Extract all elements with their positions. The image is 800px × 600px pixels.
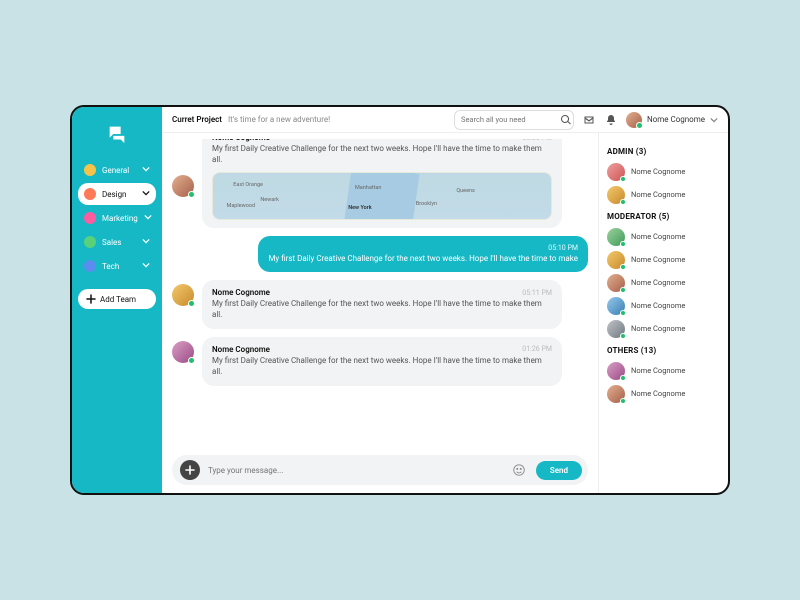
main-area: Curret Project It's time for a new adven… [162, 107, 728, 493]
member-row[interactable]: Nome Cognome [607, 382, 720, 405]
members-group-title: OTHERS (13) [607, 346, 720, 355]
member-row[interactable]: Nome Cognome [607, 225, 720, 248]
member-row[interactable]: Nome Cognome [607, 294, 720, 317]
message-author: Nome Cognome [212, 288, 270, 297]
smile-icon [512, 463, 526, 477]
add-team-button[interactable]: Add Team [78, 289, 156, 309]
project-label: Curret Project [172, 115, 222, 124]
sales-icon [84, 236, 96, 248]
chat-panel: Nome Cognome 05:30 PM My first Daily Cre… [162, 133, 598, 493]
message-time: 05:11 PM [522, 289, 552, 297]
general-icon [84, 164, 96, 176]
chevron-down-icon [142, 165, 150, 175]
member-row[interactable]: Nome Cognome [607, 160, 720, 183]
members-group-title: ADMIN (3) [607, 147, 720, 156]
search-icon [560, 113, 572, 127]
members-group-title: MODERATOR (5) [607, 212, 720, 221]
user-menu[interactable]: Nome Cognome [626, 112, 718, 128]
sidebar-item-marketing[interactable]: Marketing [78, 207, 156, 229]
member-row[interactable]: Nome Cognome [607, 271, 720, 294]
member-row[interactable]: Nome Cognome [607, 248, 720, 271]
message-time: 01:26 PM [522, 345, 552, 353]
message-out: 05:10 PM My first Daily Creative Challen… [258, 236, 588, 273]
project-tagline: It's time for a new adventure! [228, 115, 330, 124]
sidebar-item-label: General [102, 166, 129, 175]
avatar [626, 112, 642, 128]
message-author: Nome Cognome [212, 139, 270, 142]
sidebar-item-label: Tech [102, 262, 119, 271]
sidebar-item-sales[interactable]: Sales [78, 231, 156, 253]
user-name: Nome Cognome [647, 115, 705, 124]
attach-button[interactable] [180, 460, 200, 480]
message-author: Nome Cognome [212, 345, 270, 354]
sidebar-item-design[interactable]: Design [78, 183, 156, 205]
emoji-button[interactable] [510, 461, 528, 479]
message-feed: Nome Cognome 05:30 PM My first Daily Cre… [172, 139, 588, 449]
plus-icon [86, 294, 96, 304]
sidebar-item-label: Marketing [102, 214, 138, 223]
app-window: General Design Marketing Sales Tech Add … [70, 105, 730, 495]
chevron-down-icon [142, 189, 150, 199]
avatar [607, 320, 625, 338]
search-box[interactable] [454, 110, 574, 130]
bell-icon[interactable] [604, 113, 618, 127]
avatar [172, 341, 194, 363]
message-in: Nome Cognome 01:26 PM My first Daily Cre… [172, 337, 588, 386]
message-bubble: Nome Cognome 05:30 PM My first Daily Cre… [202, 139, 562, 228]
app-logo [78, 123, 156, 145]
message-bubble: Nome Cognome 01:26 PM My first Daily Cre… [202, 337, 562, 386]
chevron-down-icon [142, 261, 150, 271]
message-text: My first Daily Creative Challenge for th… [212, 299, 552, 321]
sidebar-item-tech[interactable]: Tech [78, 255, 156, 277]
avatar [607, 251, 625, 269]
marketing-icon [84, 212, 96, 224]
avatar [607, 385, 625, 403]
message-bubble: Nome Cognome 05:11 PM My first Daily Cre… [202, 280, 562, 329]
message-text: My first Daily Creative Challenge for th… [268, 254, 578, 265]
member-row[interactable]: Nome Cognome [607, 317, 720, 340]
chevron-down-icon [710, 116, 718, 124]
member-row[interactable]: Nome Cognome [607, 183, 720, 206]
message-text: My first Daily Creative Challenge for th… [212, 144, 552, 166]
sidebar-item-general[interactable]: General [78, 159, 156, 181]
mail-icon[interactable] [582, 113, 596, 127]
tech-icon [84, 260, 96, 272]
avatar [607, 228, 625, 246]
search-input[interactable] [461, 115, 556, 124]
content: Nome Cognome 05:30 PM My first Daily Cre… [162, 133, 728, 493]
avatar [607, 297, 625, 315]
topbar: Curret Project It's time for a new adven… [162, 107, 728, 133]
composer: Send [172, 455, 588, 485]
plus-icon [185, 465, 195, 475]
message-in: Nome Cognome 05:30 PM My first Daily Cre… [172, 139, 588, 228]
avatar [172, 284, 194, 306]
breadcrumb: Curret Project It's time for a new adven… [172, 115, 330, 124]
avatar [172, 175, 194, 197]
member-row[interactable]: Nome Cognome [607, 359, 720, 382]
message-text: My first Daily Creative Challenge for th… [212, 356, 552, 378]
send-button[interactable]: Send [536, 461, 582, 480]
avatar [607, 274, 625, 292]
message-in: Nome Cognome 05:11 PM My first Daily Cre… [172, 280, 588, 329]
members-panel: ADMIN (3) Nome Cognome Nome Cognome MODE… [598, 133, 728, 493]
map-attachment[interactable]: East Orange Newark Manhattan New York Br… [212, 172, 552, 220]
message-time: 05:30 PM [522, 139, 552, 142]
chevron-down-icon [142, 237, 150, 247]
design-icon [84, 188, 96, 200]
message-input[interactable] [208, 466, 502, 475]
add-team-label: Add Team [100, 295, 136, 304]
sidebar-item-label: Sales [102, 238, 121, 247]
chevron-down-icon [144, 213, 152, 223]
avatar [607, 163, 625, 181]
message-time: 05:10 PM [268, 244, 578, 252]
avatar [607, 362, 625, 380]
sidebar: General Design Marketing Sales Tech Add … [72, 107, 162, 493]
sidebar-item-label: Design [102, 190, 126, 199]
avatar [607, 186, 625, 204]
